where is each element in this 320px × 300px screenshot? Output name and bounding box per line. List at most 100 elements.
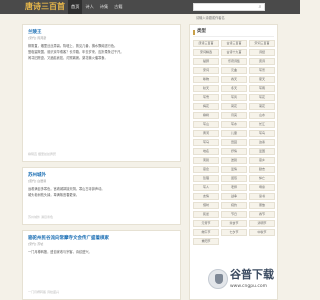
category-tag[interactable]: 母亲 — [249, 184, 275, 191]
category-tag[interactable]: 长江 — [249, 121, 275, 128]
category-tag[interactable]: 春天 — [221, 76, 247, 83]
title-accent-bar — [193, 29, 195, 35]
category-tag[interactable]: 民谣 — [193, 211, 219, 218]
category-tag[interactable]: 楚辞 — [193, 58, 219, 65]
category-tag[interactable]: 元曲 — [221, 67, 247, 74]
category-tag[interactable]: 地名 — [193, 148, 219, 155]
category-tag[interactable]: 写花 — [249, 94, 275, 101]
category-tag[interactable]: 冬天 — [221, 85, 247, 92]
category-tag[interactable]: 菊花 — [249, 103, 275, 110]
category-tag[interactable]: 儿童 — [221, 130, 247, 137]
search-box: ⌕ — [193, 3, 265, 21]
category-tag[interactable]: 山水 — [249, 112, 275, 119]
top-navbar: 唐诗三百首 首页 诗人 诗集 古籍 ⌕ — [0, 0, 300, 21]
category-tag[interactable]: 清明节 — [249, 220, 275, 227]
category-tag[interactable]: 宋词精选 — [193, 49, 219, 56]
category-tag[interactable]: 诗经 — [249, 49, 275, 56]
category-tag[interactable]: 写山 — [193, 121, 219, 128]
nav-item-collections[interactable]: 诗集 — [97, 0, 111, 14]
category-tag-grid: 唐诗三百首 古诗三百首 宋词三百首宋词精选 古诗十九首 诗经楚辞 乐府诗集 唐诗宋词 元曲 写景… — [193, 40, 275, 245]
category-tag[interactable]: 月亮 — [221, 112, 247, 119]
category-tag[interactable]: 春节 — [249, 211, 275, 218]
category-tag[interactable]: 读书 — [249, 193, 275, 200]
category-tag[interactable]: 思乡 — [249, 157, 275, 164]
category-tag[interactable]: 古诗三百首 — [221, 40, 247, 47]
category-tag[interactable]: 抒情 — [221, 148, 247, 155]
nav-item-poets[interactable]: 诗人 — [82, 0, 96, 14]
category-tag[interactable]: 宋词三百首 — [249, 40, 275, 47]
nav-item-home[interactable]: 首页 — [68, 0, 83, 14]
sidebar-category-panel: 类型 唐诗三百首 古诗三百首 宋词三百首 宋词精选 古诗十九首 诗经 楚辞 乐府诗集 唐诗 宋词元… — [189, 24, 278, 300]
category-tag[interactable]: 端午节 — [193, 229, 219, 236]
category-tag[interactable]: 写风 — [221, 94, 247, 101]
search-input[interactable] — [194, 15, 256, 21]
post-line: 闲寻旧踪迹，又酒趁哀弦，灯照离席。梨花榆火催寒食。 — [28, 56, 108, 60]
category-tag[interactable]: 重阳节 — [193, 238, 219, 245]
ad-logo-icon — [208, 269, 228, 289]
category-tag[interactable]: 爱国 — [249, 148, 275, 155]
category-tag[interactable]: 元宵节 — [193, 220, 219, 227]
category-tag[interactable]: 爱情 — [221, 166, 247, 173]
sidebar-title: 类型 — [193, 28, 274, 37]
post-author: [宋代] 苏轼 — [28, 242, 44, 246]
category-tag[interactable]: 闺怨 — [221, 175, 247, 182]
category-tag[interactable]: 写雨 — [249, 85, 275, 92]
category-tag[interactable]: 边塞 — [249, 139, 275, 146]
sidebar-title-text: 类型 — [197, 29, 206, 34]
category-tag[interactable]: 节日 — [221, 211, 247, 218]
category-tag[interactable]: 七夕节 — [221, 229, 247, 236]
post-title[interactable]: 兰陵王 — [28, 29, 175, 36]
category-tag[interactable]: 战争 — [221, 193, 247, 200]
category-tag[interactable]: 古诗十九首 — [221, 49, 247, 56]
category-tag[interactable]: 柳树 — [193, 112, 219, 119]
category-tag[interactable]: 写雪 — [193, 94, 219, 101]
category-tag[interactable]: 悼亡 — [249, 175, 275, 182]
post-footer: 苏州城外 满目寒色 — [28, 215, 53, 219]
site-logo[interactable]: 唐诗三百首 — [25, 1, 65, 13]
category-tag[interactable]: 咏物 — [193, 76, 219, 83]
category-tag[interactable]: 夏天 — [249, 76, 275, 83]
post-card: 兰陵王 [宋代] 周邦彦 柳阴直，烟里丝丝弄碧。隋堤上、曾见几番，拂水飘绵送行色… — [22, 24, 181, 162]
category-tag[interactable]: 乐府诗集 — [221, 58, 247, 65]
post-line: 城头老树枝头绿，草满故宫春更深。 — [28, 193, 79, 197]
category-tag[interactable]: 梅花 — [193, 103, 219, 110]
category-tag[interactable]: 田园 — [221, 139, 247, 146]
post-card: 骆驼州民谷流向常摩寺文会传广盛着棋家 [宋代] 苏轼 一门月樽转殷，盛自家收与宗… — [22, 230, 181, 300]
watermark-ad[interactable]: 谷普下载 www.cngpu.com — [206, 265, 278, 297]
category-tag[interactable]: 寒食节 — [221, 220, 247, 227]
category-tag[interactable]: 老师 — [221, 184, 247, 191]
category-tag[interactable]: 黄河 — [193, 130, 219, 137]
category-tag[interactable]: 思念 — [193, 166, 219, 173]
nav-item-classics[interactable]: 古籍 — [111, 0, 125, 14]
category-tag[interactable]: 豪放 — [249, 202, 275, 209]
category-tag[interactable]: 写人 — [193, 184, 219, 191]
category-tag[interactable]: 励志 — [249, 166, 275, 173]
category-tag[interactable]: 秋天 — [193, 85, 219, 92]
post-card: 苏州城外 [唐代] 白居易 远看满目多寒色，宫墙城郭接天阴。寒山古寺钟声动。 城… — [22, 167, 181, 225]
category-tag[interactable]: 写马 — [193, 139, 219, 146]
post-title[interactable]: 骆驼州民谷流向常摩寺文会传广盛着棋家 — [28, 235, 175, 242]
category-tag[interactable]: 送别 — [221, 157, 247, 164]
category-tag[interactable]: 写景 — [249, 67, 275, 74]
category-tag[interactable]: 写鸟 — [249, 130, 275, 137]
category-tag[interactable]: 中秋节 — [249, 229, 275, 236]
category-tag[interactable]: 离别 — [193, 157, 219, 164]
search-icon[interactable]: ⌕ — [257, 4, 263, 10]
post-title[interactable]: 苏州城外 — [28, 172, 175, 179]
category-tag[interactable]: 写水 — [221, 121, 247, 128]
category-tag[interactable]: 唐诗 — [249, 58, 275, 65]
post-footer: 柳阴直 烟里丝丝弄碧 — [28, 152, 56, 156]
category-tag[interactable]: 婉约 — [221, 202, 247, 209]
category-tag[interactable]: 荷花 — [221, 103, 247, 110]
category-tag[interactable]: 惜时 — [193, 202, 219, 209]
post-author: [宋代] 周邦彦 — [28, 36, 47, 40]
post-author: [唐代] 白居易 — [28, 179, 47, 183]
category-tag[interactable]: 友情 — [193, 193, 219, 200]
post-footer: 一门月樽转殷 诗纹盛兴 — [28, 290, 59, 294]
category-tag[interactable]: 宋词 — [193, 67, 219, 74]
category-tag[interactable]: 唐诗三百首 — [193, 40, 219, 47]
main-nav: 首页 诗人 诗集 古籍 — [68, 0, 126, 14]
ad-url: www.cngpu.com — [230, 284, 267, 289]
post-line: 一门月樽转殷，盛自家收与宗客，诗纹盛兴。 — [28, 250, 92, 254]
category-tag[interactable]: 哲理 — [193, 175, 219, 182]
